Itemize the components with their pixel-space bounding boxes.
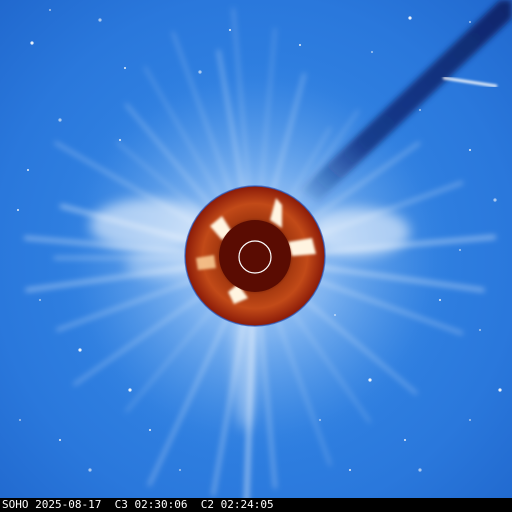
- star: [17, 209, 19, 211]
- c3-label: C3: [114, 498, 128, 511]
- star: [349, 469, 351, 471]
- star: [439, 299, 441, 301]
- image-caption: SOHO 2025-08-17 C3 02:30:06 C2 02:24:05: [0, 498, 512, 512]
- star: [149, 429, 151, 431]
- star: [78, 348, 82, 352]
- star: [30, 41, 34, 45]
- star: [469, 21, 471, 23]
- observatory-name: SOHO: [2, 498, 29, 511]
- star: [19, 419, 21, 421]
- star: [479, 329, 481, 331]
- star: [404, 439, 406, 441]
- star: [299, 44, 301, 46]
- c3-time: 02:30:06: [134, 498, 188, 511]
- star: [124, 67, 126, 69]
- star: [368, 378, 372, 382]
- star: [334, 314, 336, 316]
- star: [59, 439, 61, 441]
- star: [198, 70, 202, 74]
- star: [459, 249, 461, 251]
- star: [419, 109, 421, 111]
- star: [49, 9, 51, 11]
- star: [128, 388, 132, 392]
- corona-scene: [17, 0, 512, 498]
- star: [98, 18, 102, 22]
- observation-date: 2025-08-17: [35, 498, 102, 511]
- c2-time: 02:24:05: [220, 498, 274, 511]
- star: [119, 139, 121, 141]
- star: [179, 469, 181, 471]
- star: [27, 169, 29, 171]
- star: [88, 468, 92, 472]
- star: [418, 468, 422, 472]
- star: [469, 149, 471, 151]
- star: [493, 198, 497, 202]
- coronagraph-image: SOHO 2025-08-17 C3 02:30:06 C2 02:24:05: [0, 0, 512, 512]
- c2-label: C2: [200, 498, 214, 511]
- star: [229, 29, 231, 31]
- star: [319, 419, 321, 421]
- star: [371, 51, 373, 53]
- star: [39, 299, 41, 301]
- light-streak: [442, 76, 498, 88]
- star: [498, 388, 502, 392]
- star: [58, 118, 62, 122]
- star: [469, 419, 471, 421]
- star: [408, 16, 412, 20]
- c2-occulter: [219, 220, 291, 292]
